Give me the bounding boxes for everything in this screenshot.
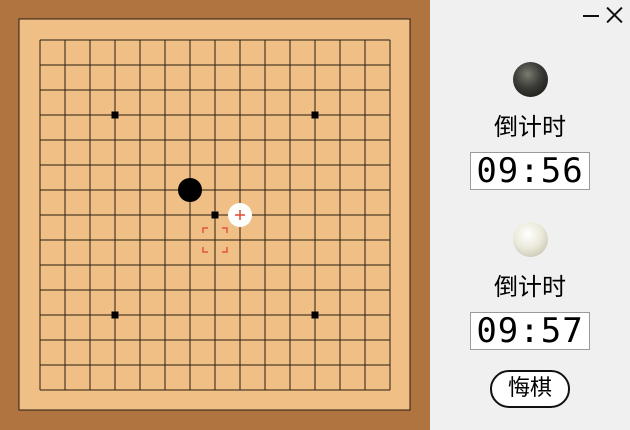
star-point	[111, 311, 119, 319]
white-timer: 09:57	[470, 312, 590, 350]
star-point	[111, 111, 119, 119]
star-point	[211, 211, 219, 219]
star-point	[311, 311, 319, 319]
white-stone-icon	[513, 222, 548, 257]
black-timer: 09:56	[470, 152, 590, 190]
star-point	[311, 111, 319, 119]
close-icon[interactable]	[603, 4, 625, 26]
minimize-icon[interactable]	[580, 4, 602, 26]
black-stone	[178, 178, 202, 202]
black-stone-icon	[513, 62, 548, 97]
black-countdown-label: 倒计时	[494, 113, 566, 141]
white-countdown-label: 倒计时	[494, 273, 566, 301]
undo-button[interactable]: 悔棋	[490, 370, 570, 408]
go-board[interactable]	[0, 0, 430, 430]
